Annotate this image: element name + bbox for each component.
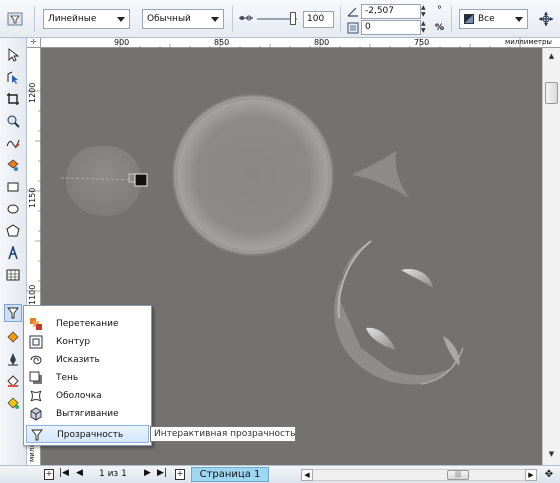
edge-pad-icon <box>347 22 359 34</box>
scroll-thumb[interactable] <box>545 82 558 104</box>
transparency-type-value: Линейные <box>48 14 97 24</box>
ruler-v-label: 1200 <box>28 82 37 103</box>
transparency-end-handle[interactable] <box>134 173 148 187</box>
flyout-item-drop-shadow[interactable]: Тень <box>26 369 149 387</box>
rectangle-tool-icon[interactable] <box>4 178 22 196</box>
ellipse-tool-icon[interactable] <box>4 200 22 218</box>
copy-transparency-icon[interactable] <box>538 11 554 27</box>
angle-icon <box>347 5 359 17</box>
flyout-item-blend[interactable]: Перетекание <box>26 315 149 333</box>
angle-spinner[interactable]: ▲ ▼ <box>421 4 429 19</box>
transparency-tool-button[interactable] <box>4 304 22 322</box>
blend-mode-select[interactable]: Обычный <box>142 9 224 29</box>
fill-outline-icon <box>464 14 474 24</box>
envelope-icon <box>29 389 43 403</box>
slider-thumb[interactable] <box>290 12 296 25</box>
edge-spinner[interactable]: ▲ ▼ <box>421 20 429 35</box>
text-tool-icon[interactable] <box>4 244 22 262</box>
glass-shard[interactable] <box>351 151 409 198</box>
highlight-shard <box>401 268 433 288</box>
add-page-after-icon[interactable]: + <box>175 469 185 480</box>
property-bar: Линейные Обычный 100 -2,507 ▲ ▼ ° 0 ▲ ▼ % … <box>0 0 560 38</box>
ruler-v-label: 1150 <box>28 187 37 208</box>
polygon-tool-icon[interactable] <box>4 222 22 240</box>
transparency-slider[interactable] <box>257 12 297 25</box>
first-page-icon[interactable]: |◀ <box>59 468 69 478</box>
degree-symbol: ° <box>437 5 442 16</box>
h-scroll-right-button[interactable]: ▶ <box>525 469 537 481</box>
add-page-icon[interactable]: + <box>44 469 54 480</box>
apply-to-value: Все <box>478 14 495 24</box>
drop-shadow-icon <box>29 371 43 385</box>
ruler-h-label: 850 <box>214 38 230 47</box>
page-tab[interactable]: Страница 1 <box>191 467 269 482</box>
crop-tool-icon[interactable] <box>4 90 22 108</box>
navigator-icon[interactable]: ✥ <box>543 469 555 481</box>
last-page-icon[interactable]: ▶| <box>157 468 167 478</box>
broken-sphere[interactable] <box>334 241 463 385</box>
shape-tool-icon[interactable] <box>4 68 22 86</box>
ruler-h-label: 800 <box>314 38 330 47</box>
interactive-fill-icon[interactable] <box>4 394 22 412</box>
vertical-scrollbar[interactable]: ▲ ▼ <box>542 48 560 465</box>
prev-page-icon[interactable]: ◀ <box>76 468 83 478</box>
transparency-value-field[interactable]: 100 <box>303 11 334 28</box>
percent-symbol: % <box>435 23 445 33</box>
contour-icon <box>29 335 43 349</box>
transparency-tool-icon[interactable] <box>6 9 26 29</box>
effects-flyout-menu: Перетекание Контур Исказить Тень Оболочк… <box>23 305 152 446</box>
apply-to-select[interactable]: Все <box>459 9 528 29</box>
transparency-icon <box>30 428 44 442</box>
smart-fill-tool-icon[interactable] <box>4 156 22 174</box>
page-navigator-bar: + |◀ ◀ 1 из 1 ▶ ▶| + Страница 1 ◀ ||| ▶ … <box>0 465 560 483</box>
tooltip: Интерактивная прозрачность <box>150 426 296 442</box>
page-counter: 1 из 1 <box>99 469 127 479</box>
scroll-down-button[interactable]: ▼ <box>545 448 558 460</box>
highlight-shard <box>366 327 396 350</box>
ruler-v-label: 1100 <box>28 284 37 305</box>
table-tool-icon[interactable] <box>4 266 22 284</box>
horizontal-scrollbar[interactable]: ||| <box>313 469 525 481</box>
h-scroll-thumb[interactable]: ||| <box>447 470 469 480</box>
flyout-item-distort[interactable]: Исказить <box>26 351 149 369</box>
ruler-h-unit: миллиметры <box>505 38 552 46</box>
freehand-tool-icon[interactable] <box>4 134 22 152</box>
flyout-item-extrude[interactable]: Вытягивание <box>26 405 149 423</box>
edge-pad-field[interactable]: 0 <box>361 20 421 35</box>
next-page-icon[interactable]: ▶ <box>144 468 151 478</box>
transparency-midpoint-icon <box>238 12 254 24</box>
blend-mode-value: Обычный <box>147 14 191 24</box>
ruler-h-label: 900 <box>114 38 130 47</box>
outline-pen-icon[interactable] <box>4 350 22 368</box>
transparency-type-select[interactable]: Линейные <box>43 9 130 29</box>
flyout-item-transparency[interactable]: Прозрачность <box>26 425 149 443</box>
h-scroll-left-button[interactable]: ◀ <box>301 469 313 481</box>
distort-icon <box>29 353 43 367</box>
extrude-icon <box>29 407 43 421</box>
scroll-up-button[interactable]: ▲ <box>545 50 558 62</box>
pick-tool-icon[interactable] <box>4 46 22 64</box>
fill-bucket-icon[interactable] <box>4 372 22 390</box>
ruler-h-label: 750 <box>414 38 430 47</box>
flyout-item-envelope[interactable]: Оболочка <box>26 387 149 405</box>
horizontal-ruler: 900 850 800 750 миллиметры <box>27 38 560 48</box>
zoom-tool-icon[interactable] <box>4 112 22 130</box>
chevron-down-icon <box>515 17 523 22</box>
chevron-down-icon <box>211 17 219 22</box>
chevron-down-icon <box>117 17 125 22</box>
transparent-sphere[interactable] <box>172 94 334 256</box>
blend-icon <box>29 317 43 331</box>
fill-tool-icon[interactable] <box>4 328 22 346</box>
angle-field[interactable]: -2,507 <box>361 4 421 19</box>
ruler-origin[interactable]: ✛ <box>27 38 41 48</box>
flyout-item-contour[interactable]: Контур <box>26 333 149 351</box>
